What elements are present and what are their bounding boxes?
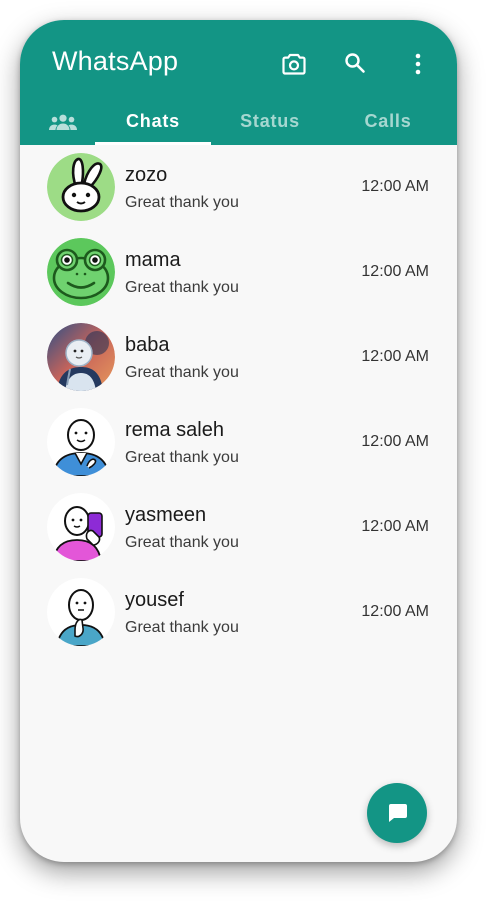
chat-name: yousef (125, 589, 184, 611)
astronaut-avatar (47, 323, 115, 391)
chat-time: 12:00 AM (361, 348, 429, 365)
chat-time: 12:00 AM (361, 518, 429, 535)
new-chat-icon (389, 804, 407, 822)
chat-last-message: Great thank you (125, 619, 239, 636)
app-bar: WhatsApp Chats Status Calls (20, 20, 457, 145)
app-title: WhatsApp (52, 46, 179, 76)
chat-name: rema saleh (125, 419, 224, 441)
chat-last-message: Great thank you (125, 449, 239, 466)
search-button[interactable] (337, 45, 373, 81)
chat-item-yousef[interactable]: yousef Great thank you 12:00 AM (20, 570, 457, 655)
frog-avatar (47, 238, 115, 306)
tab-community[interactable] (38, 98, 88, 145)
more-vert-icon (415, 53, 421, 75)
camera-icon (282, 53, 306, 75)
phone-frame: WhatsApp Chats Status Calls zozo Great t… (20, 20, 457, 862)
chat-time: 12:00 AM (361, 178, 429, 195)
chat-last-message: Great thank you (125, 194, 239, 211)
tab-bar: Chats Status Calls (20, 98, 457, 145)
rabbit-avatar (47, 153, 115, 221)
pink-selfie-avatar (47, 493, 115, 561)
tab-calls[interactable]: Calls (329, 98, 447, 145)
community-icon (49, 114, 77, 130)
thinking-avatar (47, 578, 115, 646)
chat-item-baba[interactable]: baba Great thank you 12:00 AM (20, 315, 457, 400)
blue-shirt-avatar (47, 408, 115, 476)
chat-item-yasmeen[interactable]: yasmeen Great thank you 12:00 AM (20, 485, 457, 570)
chat-name: zozo (125, 164, 168, 186)
chat-name: yasmeen (125, 504, 207, 526)
chat-last-message: Great thank you (125, 364, 239, 381)
search-icon (345, 53, 365, 73)
chat-item-rema-saleh[interactable]: rema saleh Great thank you 12:00 AM (20, 400, 457, 485)
more-options-button[interactable] (400, 46, 436, 82)
chat-time: 12:00 AM (361, 263, 429, 280)
camera-button[interactable] (276, 46, 312, 82)
chat-time: 12:00 AM (361, 603, 429, 620)
chat-time: 12:00 AM (361, 433, 429, 450)
tab-status[interactable]: Status (211, 98, 329, 145)
new-chat-button[interactable] (367, 783, 427, 843)
chat-name: baba (125, 334, 170, 356)
chat-last-message: Great thank you (125, 279, 239, 296)
chat-name: mama (125, 249, 181, 271)
chat-item-zozo[interactable]: zozo Great thank you 12:00 AM (20, 145, 457, 230)
tab-chats[interactable]: Chats (95, 98, 211, 145)
chat-last-message: Great thank you (125, 534, 239, 551)
chat-item-mama[interactable]: mama Great thank you 12:00 AM (20, 230, 457, 315)
